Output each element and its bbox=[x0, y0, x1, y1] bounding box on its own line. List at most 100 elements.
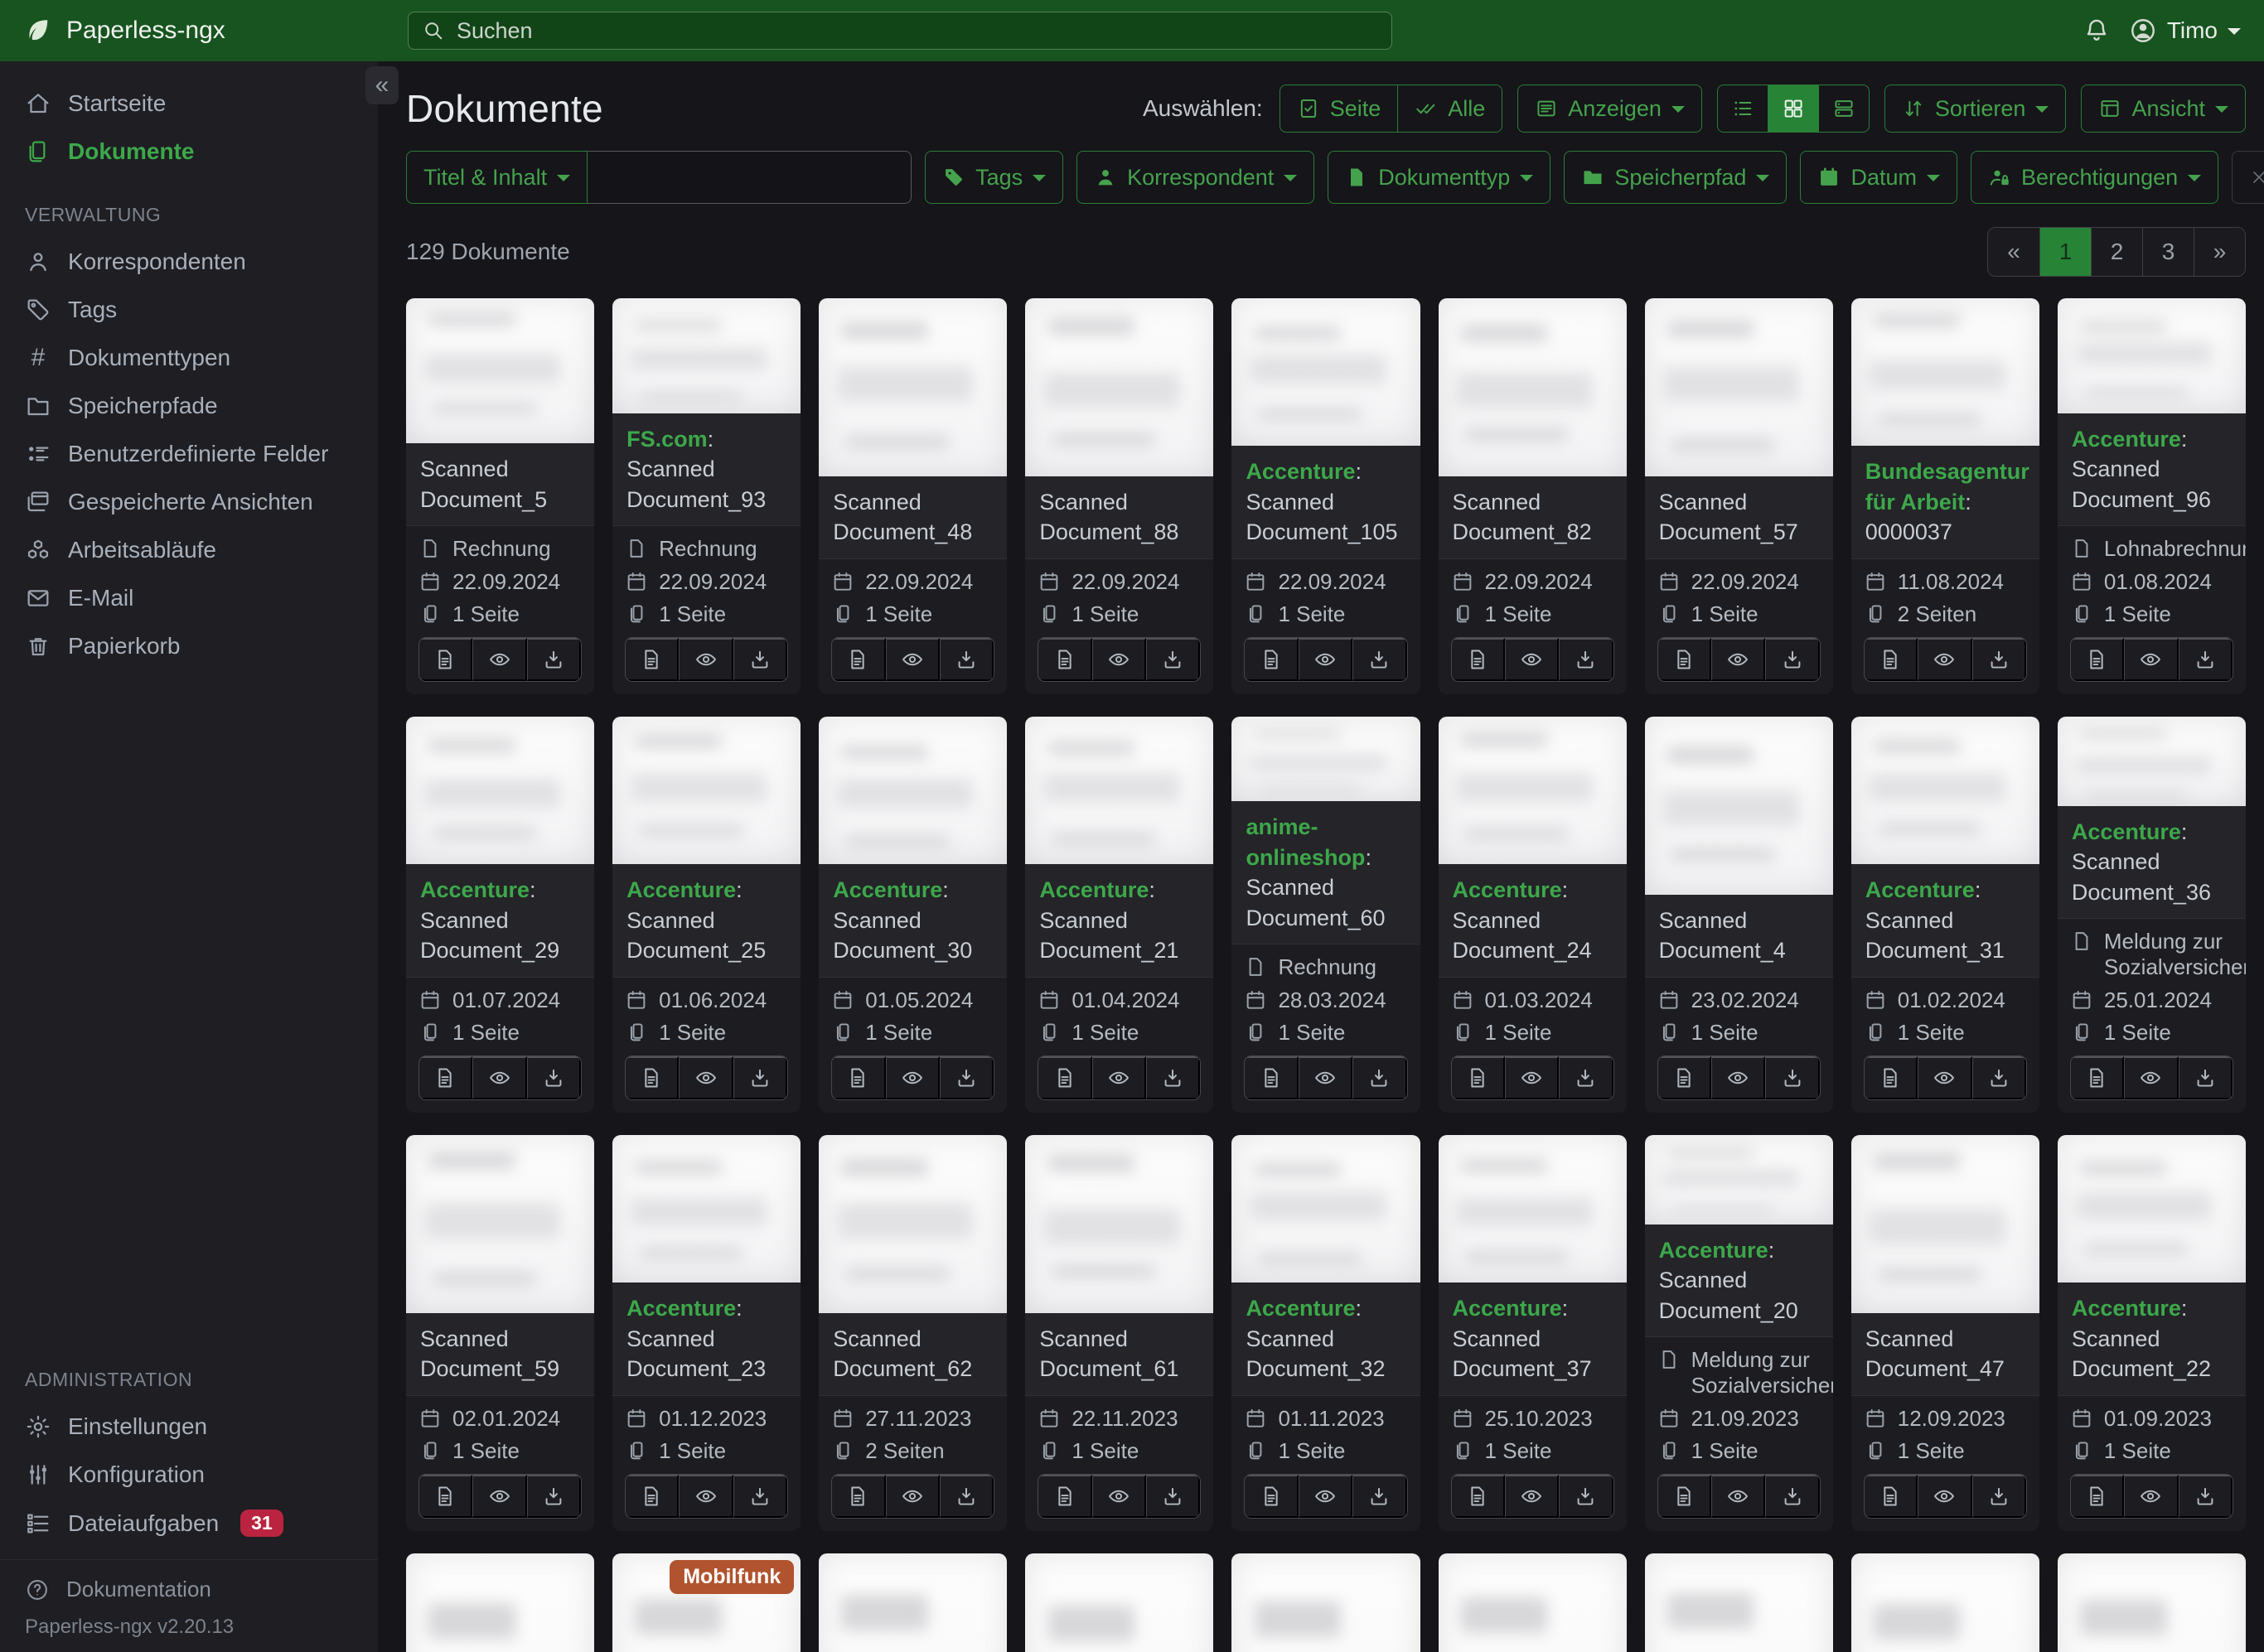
document-title[interactable]: Accenture: Scanned Document_31 bbox=[1850, 864, 2039, 978]
document-correspondent[interactable]: anime-onlineshop bbox=[1246, 814, 1365, 869]
document-correspondent[interactable]: Accenture bbox=[1246, 459, 1355, 484]
document-thumbnail[interactable] bbox=[1850, 1553, 2039, 1652]
preview-document-button[interactable] bbox=[1298, 1056, 1353, 1099]
document-correspondent[interactable]: Accenture bbox=[1039, 877, 1149, 902]
document-thumbnail[interactable] bbox=[819, 298, 1008, 476]
sidebar-item-korrespondenten[interactable]: Korrespondenten bbox=[0, 238, 378, 286]
document-title[interactable]: Scanned Document_57 bbox=[1644, 476, 1833, 559]
document-thumbnail[interactable] bbox=[1850, 717, 2039, 865]
edit-document-button[interactable] bbox=[2070, 1056, 2125, 1099]
sidebar-item-gespeicherte-ansichten[interactable]: Gespeicherte Ansichten bbox=[0, 478, 378, 526]
filter-datum-dropdown-button[interactable]: Datum bbox=[1800, 151, 1957, 204]
detail-view-button[interactable] bbox=[1817, 85, 1870, 133]
document-thumbnail[interactable] bbox=[1644, 1135, 1833, 1225]
document-card[interactable]: Scanned Document_59 02.01.2024 1 Seite bbox=[406, 1135, 595, 1531]
document-thumbnail[interactable] bbox=[2057, 717, 2246, 806]
sidebar-item-startseite[interactable]: Startseite bbox=[0, 80, 378, 128]
edit-document-button[interactable] bbox=[1657, 1056, 1712, 1099]
document-card-partial[interactable] bbox=[2057, 1553, 2246, 1652]
document-card[interactable]: Accenture: Scanned Document_29 01.07.2024… bbox=[406, 717, 595, 1113]
download-document-button[interactable] bbox=[1352, 1475, 1407, 1518]
document-title[interactable]: Scanned Document_4 bbox=[1644, 894, 1833, 978]
preview-document-button[interactable] bbox=[472, 638, 527, 681]
edit-document-button[interactable] bbox=[1038, 1475, 1092, 1518]
document-card[interactable]: Accenture: Scanned Document_22 01.09.2023… bbox=[2057, 1135, 2246, 1531]
document-card[interactable]: Accenture: Scanned Document_31 01.02.2024… bbox=[1850, 717, 2039, 1113]
edit-document-button[interactable] bbox=[419, 1475, 473, 1518]
page-2[interactable]: 2 bbox=[2091, 228, 2142, 276]
document-card[interactable]: Accenture: Scanned Document_96 Lohnabrech… bbox=[2057, 298, 2246, 694]
preview-document-button[interactable] bbox=[472, 1056, 527, 1099]
sidebar-item-e-mail[interactable]: E-Mail bbox=[0, 574, 378, 622]
download-document-button[interactable] bbox=[1971, 638, 2026, 681]
document-card-partial[interactable] bbox=[1231, 1553, 1420, 1652]
download-document-button[interactable] bbox=[2178, 1056, 2233, 1099]
document-title[interactable]: anime-onlineshop: Scanned Document_60 bbox=[1231, 801, 1420, 944]
document-correspondent[interactable]: Accenture bbox=[420, 877, 530, 902]
document-correspondent[interactable]: Accenture bbox=[2072, 427, 2181, 452]
edit-document-button[interactable] bbox=[832, 1056, 886, 1099]
download-document-button[interactable] bbox=[1559, 1056, 1613, 1099]
download-document-button[interactable] bbox=[1971, 1475, 2026, 1518]
document-card[interactable]: Scanned Document_4 23.02.2024 1 Seite bbox=[1644, 717, 1833, 1113]
download-document-button[interactable] bbox=[526, 1056, 582, 1099]
document-thumbnail[interactable] bbox=[1438, 717, 1627, 865]
document-card[interactable]: Accenture: Scanned Document_36 Meldung zu… bbox=[2057, 717, 2246, 1113]
edit-document-button[interactable] bbox=[1451, 638, 1505, 681]
preview-document-button[interactable] bbox=[1711, 1056, 1766, 1099]
page-3[interactable]: 3 bbox=[2142, 228, 2194, 276]
page-next[interactable]: » bbox=[2194, 228, 2245, 276]
edit-document-button[interactable] bbox=[1864, 1475, 1918, 1518]
document-title[interactable]: Scanned Document_62 bbox=[819, 1312, 1008, 1396]
document-card[interactable]: Scanned Document_5 Rechnung 22.09.2024 1 Se… bbox=[406, 298, 595, 694]
document-correspondent[interactable]: Accenture bbox=[1246, 1296, 1355, 1321]
document-thumbnail[interactable] bbox=[406, 1553, 595, 1652]
document-correspondent[interactable]: Accenture bbox=[626, 1296, 736, 1321]
edit-document-button[interactable] bbox=[2070, 638, 2125, 681]
document-thumbnail[interactable] bbox=[1025, 717, 1214, 865]
document-card[interactable]: Scanned Document_57 22.09.2024 1 Seite bbox=[1644, 298, 1833, 694]
sort-dropdown-button[interactable]: Sortieren bbox=[1884, 85, 2067, 133]
document-card[interactable]: Scanned Document_47 12.09.2023 1 Seite bbox=[1850, 1135, 2039, 1531]
document-title[interactable]: Accenture: Scanned Document_25 bbox=[612, 864, 801, 978]
document-card-partial[interactable] bbox=[1025, 1553, 1214, 1652]
preview-document-button[interactable] bbox=[1711, 1475, 1766, 1518]
document-title[interactable]: Accenture: Scanned Document_96 bbox=[2057, 413, 2246, 526]
document-card-partial[interactable] bbox=[819, 1553, 1008, 1652]
edit-document-button[interactable] bbox=[1864, 638, 1918, 681]
document-thumbnail[interactable] bbox=[612, 1135, 801, 1283]
document-card[interactable]: Accenture: Scanned Document_37 25.10.2023… bbox=[1438, 1135, 1627, 1531]
sidebar-item-papierkorb[interactable]: Papierkorb bbox=[0, 622, 378, 670]
edit-document-button[interactable] bbox=[1451, 1475, 1505, 1518]
edit-document-button[interactable] bbox=[626, 1056, 680, 1099]
download-document-button[interactable] bbox=[939, 1475, 994, 1518]
document-correspondent[interactable]: Accenture bbox=[2072, 819, 2181, 844]
edit-document-button[interactable] bbox=[1038, 638, 1092, 681]
document-card[interactable]: Scanned Document_82 22.09.2024 1 Seite bbox=[1438, 298, 1627, 694]
document-thumbnail[interactable] bbox=[819, 1135, 1008, 1313]
document-card-partial[interactable] bbox=[1850, 1553, 2039, 1652]
download-document-button[interactable] bbox=[1765, 1056, 1820, 1099]
document-thumbnail[interactable] bbox=[1438, 298, 1627, 476]
tag-badge[interactable]: Mobilfunk bbox=[670, 1560, 795, 1594]
edit-document-button[interactable] bbox=[626, 1475, 680, 1518]
document-title[interactable]: Accenture: Scanned Document_23 bbox=[612, 1282, 801, 1396]
document-correspondent[interactable]: Accenture bbox=[1453, 877, 1562, 902]
notifications-bell-icon[interactable] bbox=[2083, 17, 2111, 45]
user-menu[interactable]: Timo bbox=[2129, 17, 2241, 45]
edit-document-button[interactable] bbox=[1038, 1056, 1092, 1099]
preview-document-button[interactable] bbox=[2124, 1056, 2179, 1099]
download-document-button[interactable] bbox=[1146, 638, 1201, 681]
preview-document-button[interactable] bbox=[1504, 1056, 1560, 1099]
document-card[interactable]: Scanned Document_88 22.09.2024 1 Seite bbox=[1025, 298, 1214, 694]
document-title[interactable]: Accenture: Scanned Document_24 bbox=[1438, 864, 1627, 978]
preview-document-button[interactable] bbox=[885, 1475, 940, 1518]
document-card-partial[interactable] bbox=[406, 1553, 595, 1652]
download-document-button[interactable] bbox=[733, 638, 788, 681]
document-card-partial[interactable] bbox=[1644, 1553, 1833, 1652]
document-card[interactable]: Bundesagentur für Arbeit: 0000037 11.08.2… bbox=[1850, 298, 2039, 694]
document-thumbnail[interactable] bbox=[819, 717, 1008, 865]
page-prev[interactable]: « bbox=[1988, 228, 2039, 276]
document-title[interactable]: Accenture: Scanned Document_37 bbox=[1438, 1282, 1627, 1396]
sidebar-item-konfiguration[interactable]: Konfiguration bbox=[0, 1451, 378, 1499]
